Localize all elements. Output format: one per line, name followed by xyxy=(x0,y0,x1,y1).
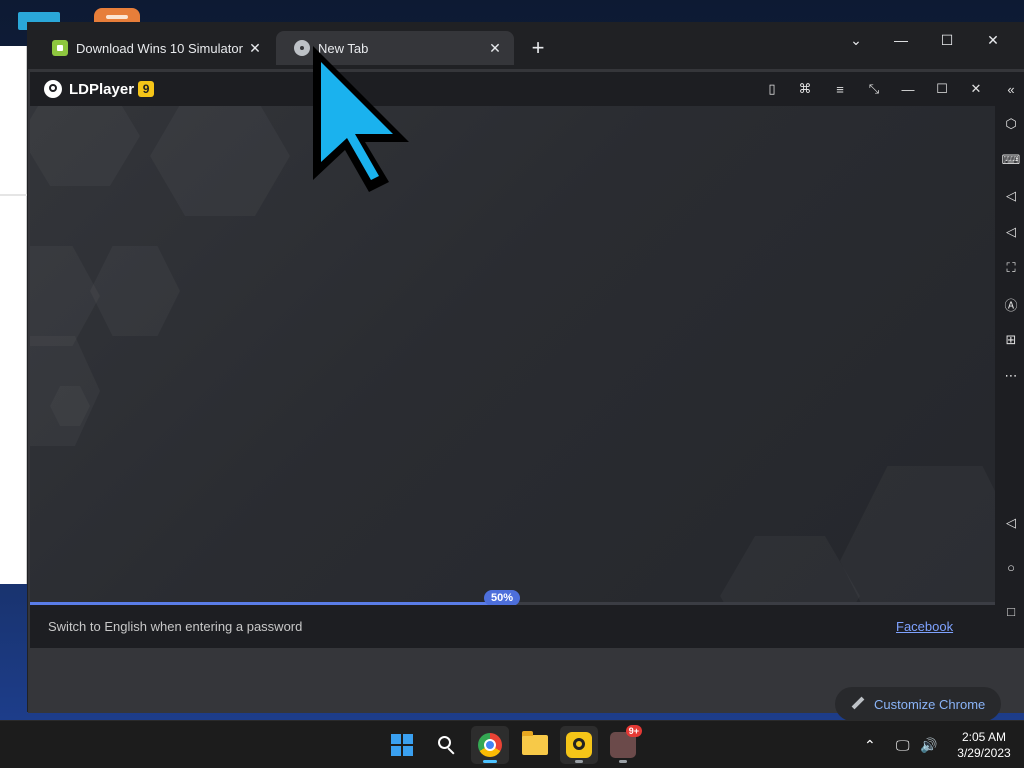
decorative-hexagon xyxy=(30,246,100,346)
new-tab-button[interactable]: + xyxy=(525,35,551,61)
add-app-icon[interactable]: ⊞ xyxy=(1002,331,1020,349)
tab-download-wins10[interactable]: Download Wins 10 Simulator 2.1 ✕ xyxy=(34,31,274,65)
ldplayer-footer: Switch to English when entering a passwo… xyxy=(30,605,995,648)
pencil-icon xyxy=(851,697,865,711)
volume-down-icon[interactable]: ◁ xyxy=(1002,223,1020,241)
minimize-icon[interactable]: — xyxy=(881,27,921,53)
network-icon[interactable]: 🖵 xyxy=(896,721,910,768)
ldplayer-version-badge: 9 xyxy=(138,81,155,97)
ldplayer-sidebar: « ⬡ ⌨ ◁ ◁ ⛶ Ⓐ ⊞ ⋯ ◁ ○ □ xyxy=(995,72,1024,648)
emulator-screen[interactable] xyxy=(30,106,995,604)
start-button[interactable] xyxy=(383,726,421,764)
clock-time: 2:05 AM xyxy=(961,730,1007,744)
sync-icon[interactable]: Ⓐ xyxy=(1002,295,1020,313)
ldplayer-titlebar: LDPlayer 9 ▯ ⌘ ≡ ⤡ — ☐ ✕ xyxy=(30,72,995,106)
settings-hex-icon[interactable]: ⬡ xyxy=(1002,115,1020,133)
recents-icon[interactable]: □ xyxy=(1002,602,1020,620)
chrome-icon xyxy=(478,733,502,757)
folder-icon xyxy=(522,731,548,755)
close-icon[interactable]: ✕ xyxy=(967,80,985,98)
tab-title: Download Wins 10 Simulator 2.1 xyxy=(76,40,246,56)
running-indicator xyxy=(619,760,627,763)
volume-icon[interactable]: 🔊 xyxy=(920,721,937,768)
close-icon[interactable]: ✕ xyxy=(246,39,264,57)
minimize-icon[interactable]: — xyxy=(899,80,917,98)
menu-icon[interactable]: ≡ xyxy=(831,80,849,98)
decorative-hexagon xyxy=(720,536,860,604)
active-indicator xyxy=(483,760,497,763)
screenshot-icon[interactable]: ⛶ xyxy=(1002,259,1020,277)
maximize-icon[interactable]: ☐ xyxy=(927,27,967,53)
home-icon[interactable]: ○ xyxy=(1002,558,1020,576)
gamepad-icon[interactable]: ⌘ xyxy=(796,80,814,98)
tab-strip: Download Wins 10 Simulator 2.1 ✕ New Tab… xyxy=(28,23,1024,69)
decorative-hexagon xyxy=(30,106,140,186)
system-clock[interactable]: 2:05 AM 3/29/2023 xyxy=(946,729,1022,761)
windows-logo-icon xyxy=(391,734,413,756)
clock-date: 3/29/2023 xyxy=(957,746,1011,760)
taskbar-chrome[interactable] xyxy=(471,726,509,764)
phone-icon[interactable]: ▯ xyxy=(763,80,781,98)
running-indicator xyxy=(575,760,583,763)
volume-up-icon[interactable]: ◁ xyxy=(1002,187,1020,205)
windows-taskbar: 9+ ⌃ 🖵 🔊 2:05 AM 3/29/2023 xyxy=(0,720,1024,768)
loading-progress-label: 50% xyxy=(484,590,520,606)
search-icon xyxy=(437,735,457,755)
decorative-hexagon xyxy=(840,466,995,604)
ldplayer-logo-icon xyxy=(44,80,62,98)
search-button[interactable] xyxy=(428,726,466,764)
decorative-hexagon xyxy=(150,106,290,216)
ldplayer-title: LDPlayer xyxy=(69,80,135,98)
customize-chrome-label: Customize Chrome xyxy=(874,696,986,712)
game-app-icon: 9+ xyxy=(610,725,642,758)
decorative-hexagon xyxy=(90,246,180,336)
resize-icon[interactable]: ⤡ xyxy=(865,80,883,98)
taskbar-game[interactable]: 9+ xyxy=(604,725,642,764)
facebook-link[interactable]: Facebook xyxy=(896,619,953,634)
notification-badge: 9+ xyxy=(625,725,642,737)
keyboard-icon[interactable]: ⌨ xyxy=(1002,151,1021,169)
tab-search-chevron-icon[interactable]: ⌄ xyxy=(836,27,876,53)
window-divider xyxy=(0,194,27,196)
android-favicon-icon xyxy=(52,40,68,56)
collapse-sidebar-icon[interactable]: « xyxy=(1002,80,1020,98)
close-window-icon[interactable]: ✕ xyxy=(973,27,1013,53)
taskbar-file-explorer[interactable] xyxy=(516,726,554,764)
more-icon[interactable]: ⋯ xyxy=(1002,367,1020,385)
close-icon[interactable]: ✕ xyxy=(486,39,504,57)
maximize-icon[interactable]: ☐ xyxy=(933,80,951,98)
show-hidden-icons[interactable]: ⌃ xyxy=(864,721,876,768)
background-window[interactable] xyxy=(0,46,27,584)
ldplayer-icon xyxy=(566,732,592,758)
ldplayer-window: LDPlayer 9 ▯ ⌘ ≡ ⤡ — ☐ ✕ 50% Switch to E… xyxy=(30,72,1024,648)
customize-chrome-button[interactable]: Customize Chrome xyxy=(835,687,1001,721)
taskbar-ldplayer[interactable] xyxy=(560,726,598,764)
mouse-pointer-icon xyxy=(313,46,409,192)
back-icon[interactable]: ◁ xyxy=(1002,514,1020,532)
tip-text: Switch to English when entering a passwo… xyxy=(48,619,303,634)
